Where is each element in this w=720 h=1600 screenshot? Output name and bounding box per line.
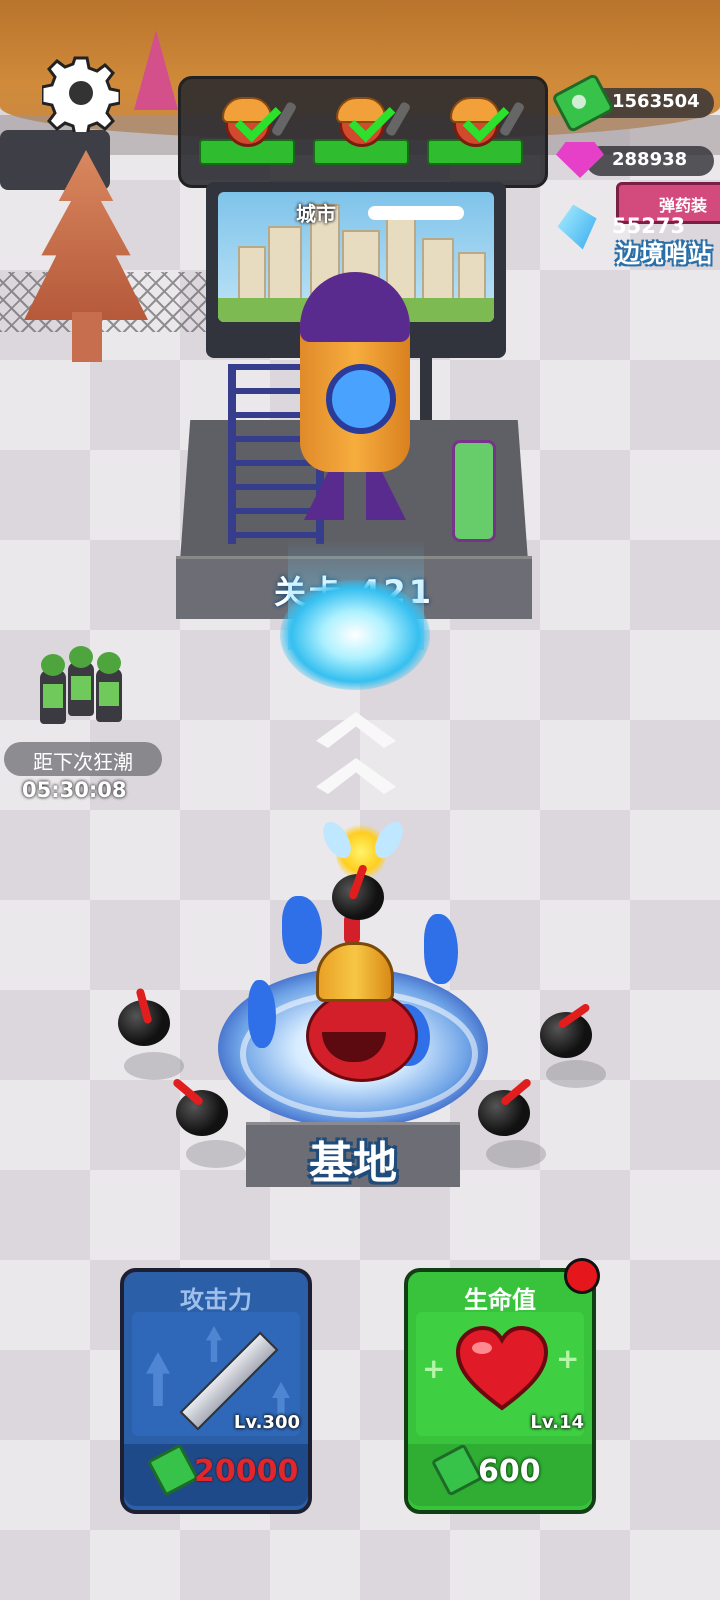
attack-title: 攻击力 <box>180 1286 252 1314</box>
plus-icon: + <box>422 1352 446 1385</box>
wave-label: 距下次狂潮 <box>33 750 133 774</box>
shadow <box>546 1060 606 1088</box>
settings-button[interactable] <box>40 54 122 138</box>
shadow <box>486 1140 546 1168</box>
gem-counter: 288938 <box>556 138 716 182</box>
monitor-pole <box>420 356 432 420</box>
level-portal[interactable] <box>280 580 430 690</box>
attack-level: Lv.300 <box>233 1412 300 1433</box>
attack-upgrade-card[interactable]: 攻击力 Lv.300 20000 <box>120 1268 312 1514</box>
rocket-window <box>326 364 396 434</box>
cash-value: 1563504 <box>612 91 700 112</box>
wave-countdown-pill: 距下次狂潮 <box>4 742 162 776</box>
zombie-shirt <box>71 676 91 700</box>
repair-slot <box>197 95 298 169</box>
repair-slot <box>425 95 526 169</box>
cannon-turret <box>171 1077 228 1136</box>
zombie-shirt <box>99 682 119 706</box>
cannon-turret <box>478 1077 533 1136</box>
base-label: 基地 <box>309 1138 397 1189</box>
border-post-label: 边境哨站 <box>616 240 712 268</box>
location-label: 城市 <box>296 202 336 226</box>
zombie-head <box>69 646 93 668</box>
gem-value: 288938 <box>612 149 688 170</box>
progress-dots <box>368 206 464 220</box>
cash-counter: 1563504 <box>551 72 716 134</box>
health-price: 600 <box>478 1454 541 1489</box>
heart-icon <box>455 1325 549 1411</box>
tree-trunk <box>72 312 102 362</box>
building <box>268 226 302 300</box>
shadow <box>124 1052 184 1080</box>
spartan-helmet <box>316 942 394 1002</box>
repair-slot <box>311 95 412 169</box>
building <box>422 238 454 300</box>
fuel-canister <box>452 440 496 542</box>
cannon-turret <box>118 987 170 1046</box>
cannon-turret <box>540 1002 592 1058</box>
crystal-icon <box>554 200 603 253</box>
health-title: 生命值 <box>464 1286 536 1314</box>
notification-dot <box>564 1258 600 1294</box>
zombie-head <box>97 652 121 674</box>
zombie-shirt <box>43 684 63 708</box>
zombie-wave-icon[interactable] <box>30 640 140 740</box>
zombie-head <box>41 654 65 676</box>
plus-icon: + <box>556 1342 580 1375</box>
wave-timer: 05:30:08 <box>22 778 127 802</box>
arrow-up-icon <box>146 1352 170 1406</box>
repair-status-panel <box>178 76 548 188</box>
arrow-up-icon <box>206 1326 222 1362</box>
shadow <box>186 1140 246 1168</box>
building <box>238 246 266 300</box>
attack-price: 20000 <box>194 1454 299 1489</box>
base-sign: 基地 <box>246 1122 460 1189</box>
cannon-turret <box>332 863 384 920</box>
gear-icon <box>40 56 122 138</box>
building <box>458 252 486 300</box>
health-upgrade-card[interactable]: 生命值 + + Lv.14 600 <box>404 1268 596 1514</box>
health-level: Lv.14 <box>530 1412 584 1433</box>
